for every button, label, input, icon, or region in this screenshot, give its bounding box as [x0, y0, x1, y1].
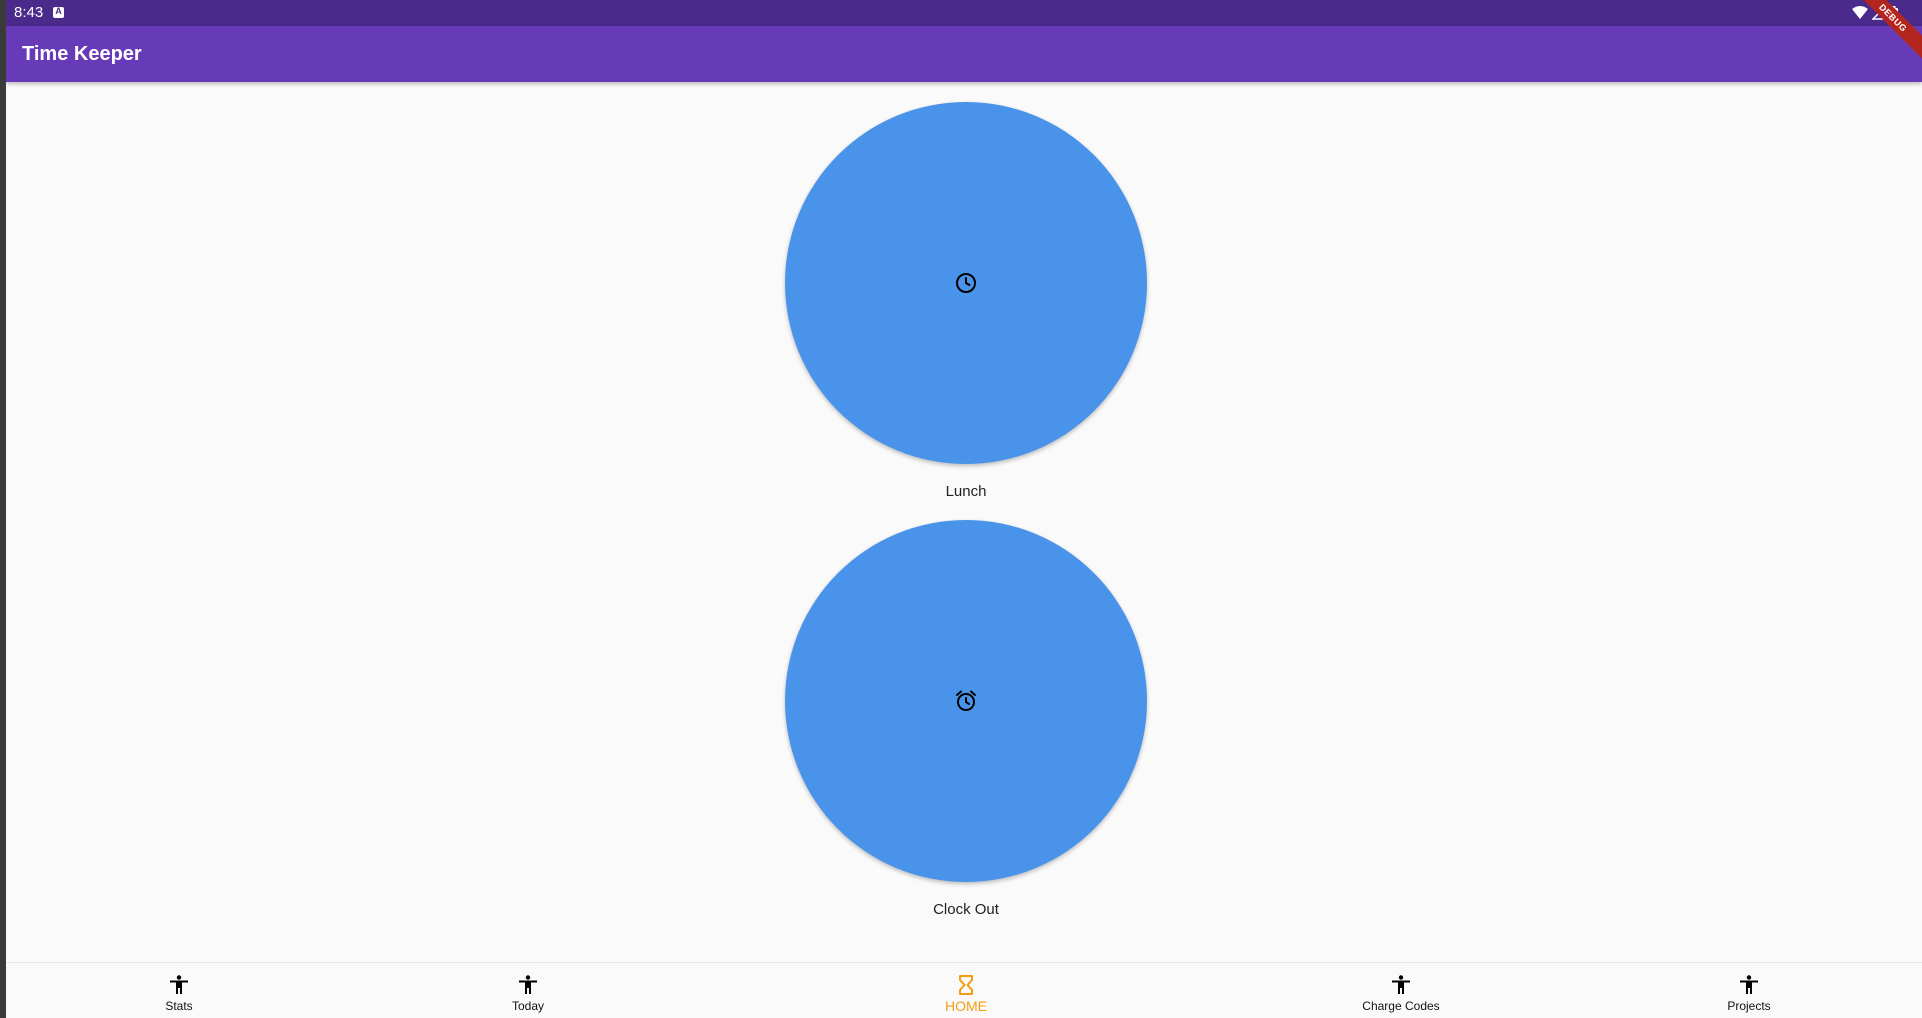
accessibility-icon [519, 975, 537, 994]
lunch-label: Lunch [945, 483, 987, 500]
bottom-navigation: Stats Today HOME Charge Codes Projects [6, 962, 1922, 1018]
wifi-icon [1852, 6, 1868, 19]
nav-item-charge-codes[interactable]: Charge Codes [1301, 963, 1501, 1018]
alarm-icon [956, 690, 976, 711]
clock-icon [956, 273, 976, 293]
nav-label: Charge Codes [1362, 999, 1440, 1013]
accessibility-icon [170, 975, 188, 994]
nav-label: HOME [945, 998, 987, 1014]
clock-out-button[interactable] [785, 520, 1147, 882]
clock-out-label: Clock Out [933, 901, 999, 918]
nav-item-today[interactable]: Today [428, 963, 628, 1018]
hourglass-icon [959, 975, 973, 995]
nav-item-projects[interactable]: Projects [1649, 963, 1849, 1018]
device-screen: 8:43 A Time Keeper DEBUG Lunch Clock Out… [6, 0, 1922, 1018]
page-title: Time Keeper [22, 43, 142, 65]
accessibility-icon [1392, 975, 1410, 994]
nav-label: Today [511, 999, 545, 1013]
accessibility-icon [1740, 975, 1758, 994]
status-time: 8:43 [14, 4, 44, 21]
lunch-button[interactable] [785, 102, 1147, 464]
app-bar: Time Keeper [6, 26, 1922, 82]
nav-label: Stats [165, 999, 193, 1013]
nav-item-stats[interactable]: Stats [79, 963, 279, 1018]
nav-item-home[interactable]: HOME [866, 963, 1066, 1018]
nav-label: Projects [1727, 999, 1771, 1013]
status-bar: 8:43 A [6, 0, 1922, 26]
a-icon: A [53, 6, 64, 18]
